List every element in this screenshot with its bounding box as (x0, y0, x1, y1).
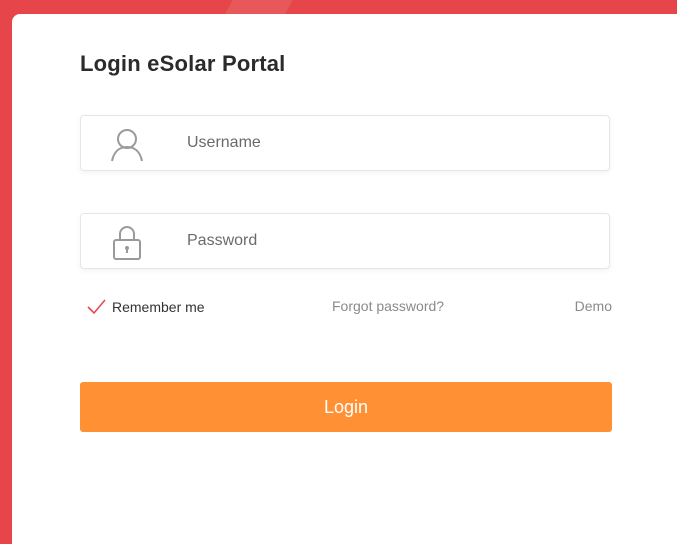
remember-me-label: Remember me (112, 299, 205, 315)
user-icon (111, 129, 143, 162)
login-options: Remember me Forgot password? Demo (80, 297, 612, 317)
forgot-password-link[interactable]: Forgot password? (332, 298, 444, 314)
login-button[interactable]: Login (80, 382, 612, 432)
password-input[interactable] (187, 214, 587, 268)
checkmark-icon[interactable] (86, 297, 106, 317)
username-field[interactable] (80, 115, 610, 171)
login-card: Login eSolar Portal Remember me (12, 14, 677, 544)
page-background: Login eSolar Portal Remember me (0, 0, 677, 544)
page-title: Login eSolar Portal (80, 51, 286, 76)
username-input[interactable] (187, 116, 587, 170)
lock-icon (113, 226, 141, 260)
password-field[interactable] (80, 213, 610, 269)
remember-me-checkbox[interactable]: Remember me (86, 297, 205, 317)
demo-link[interactable]: Demo (575, 298, 612, 314)
